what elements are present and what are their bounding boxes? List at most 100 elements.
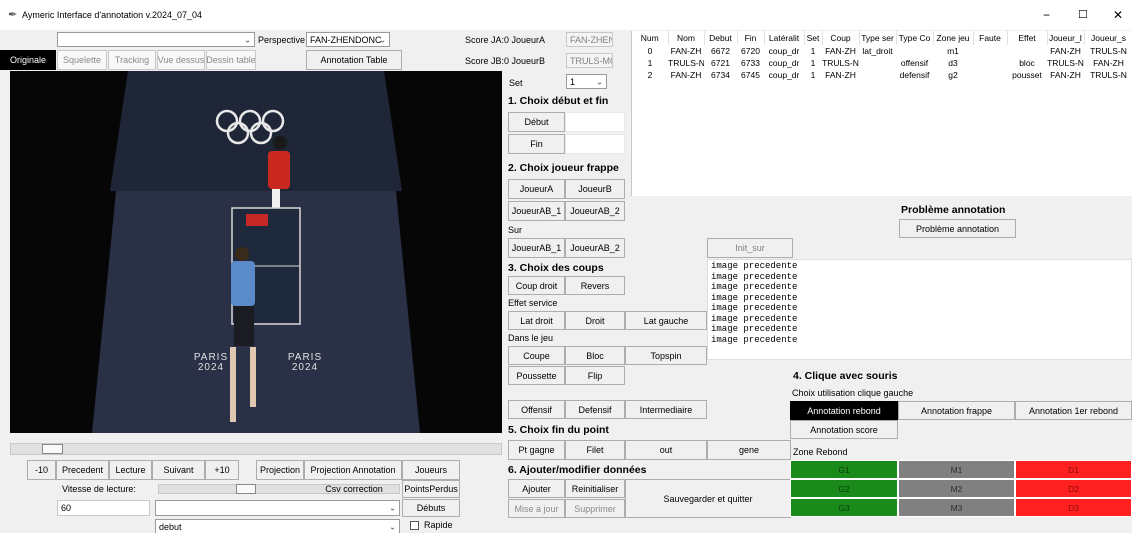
zone-g3[interactable]: G3 <box>790 498 898 517</box>
player-b-name-field[interactable]: TRULS-MOI <box>566 53 613 68</box>
annotation-table-button[interactable]: Annotation Table <box>306 50 402 70</box>
zone-d1[interactable]: D1 <box>1015 460 1132 479</box>
table-row[interactable]: 0 FAN-ZH 6672 6720 coup_dr 1 FAN-ZH lat_droit m1… <box>632 45 1132 57</box>
annotation-rebond-button[interactable]: Annotation rebond <box>790 401 898 420</box>
column-header[interactable]: Set <box>804 31 823 45</box>
zone-g1[interactable]: G1 <box>790 460 898 479</box>
data-select[interactable]: ⌄ <box>155 500 400 516</box>
mise-a-jour-button[interactable]: Mise a jour <box>508 499 565 518</box>
table-cell: FAN-ZH <box>670 70 702 80</box>
zone-m2[interactable]: M2 <box>898 479 1015 498</box>
coup-droit-button[interactable]: Coup droit <box>508 276 565 295</box>
player-a-name-field[interactable]: FAN-ZHENI <box>566 32 613 47</box>
maximize-icon[interactable]: ☐ <box>1078 8 1088 21</box>
joueurs-button[interactable]: Joueurs <box>402 460 460 480</box>
lat-droit-button[interactable]: Lat droit <box>508 311 565 330</box>
column-header[interactable]: Debut <box>704 31 738 45</box>
supprimer-button[interactable]: Supprimer <box>565 499 625 518</box>
fin-value-field[interactable] <box>565 134 625 154</box>
poussette-button[interactable]: Poussette <box>508 366 565 385</box>
reinitialiser-button[interactable]: Reinitialiser <box>565 479 625 498</box>
debut-value-field[interactable] <box>565 112 625 132</box>
tab-dessin-table[interactable]: Dessin table <box>206 50 256 70</box>
ajouter-button[interactable]: Ajouter <box>508 479 565 498</box>
defensif-button[interactable]: Defensif <box>565 400 625 419</box>
column-header[interactable]: Nom <box>668 31 705 45</box>
mode-select[interactable]: debut ⌄ <box>155 519 400 533</box>
suivant-button[interactable]: Suivant <box>152 460 205 480</box>
filet-button[interactable]: Filet <box>565 440 625 460</box>
debuts-button[interactable]: Débuts <box>402 499 460 517</box>
minimize-icon[interactable]: − <box>1043 8 1050 22</box>
joueur-b-button[interactable]: JoueurB <box>565 179 625 199</box>
sur-joueur-ab1-button[interactable]: JoueurAB_1 <box>508 238 565 258</box>
probleme-annotation-button[interactable]: Problème annotation <box>899 219 1016 238</box>
column-header[interactable]: Type Co <box>896 31 934 45</box>
init-sur-button[interactable]: Init_sur <box>707 238 793 258</box>
close-icon[interactable]: ✕ <box>1113 8 1123 22</box>
annotation-table[interactable]: Num Nom Debut Fin Latéralit Set Coup Typ… <box>631 31 1132 196</box>
zone-d3[interactable]: D3 <box>1015 498 1132 517</box>
out-button[interactable]: out <box>625 440 707 460</box>
set-select[interactable]: 1 ⌄ <box>566 74 607 89</box>
back-10-button[interactable]: -10 <box>27 460 56 480</box>
column-header[interactable]: Faute <box>973 31 1008 45</box>
log-text-area[interactable]: image precedente image precedente image … <box>707 259 1132 360</box>
table-row[interactable]: 2 FAN-ZH 6734 6745 coup_dr 1 FAN-ZH defensif g2 p… <box>632 69 1132 81</box>
column-header[interactable]: Type ser <box>859 31 897 45</box>
sauvegarder-quitter-button[interactable]: Sauvegarder et quitter <box>625 479 791 518</box>
csv-correction-button[interactable]: Csv correction <box>306 480 402 498</box>
column-header[interactable]: Effet <box>1007 31 1048 45</box>
video-select[interactable]: ⌄ <box>57 32 255 47</box>
flip-button[interactable]: Flip <box>565 366 625 385</box>
joueur-ab1-button[interactable]: JoueurAB_1 <box>508 201 565 221</box>
intermediaire-button[interactable]: Intermediaire <box>625 400 707 419</box>
speed-handle[interactable] <box>236 484 256 494</box>
joueur-a-button[interactable]: JoueurA <box>508 179 565 199</box>
column-header[interactable]: Num <box>632 31 669 45</box>
column-header[interactable]: Coup <box>822 31 860 45</box>
zone-m1[interactable]: M1 <box>898 460 1015 479</box>
column-header[interactable]: Joueur_I <box>1047 31 1085 45</box>
video-frame[interactable]: PARIS 2024 PARIS 2024 <box>10 71 502 433</box>
pt-gagne-button[interactable]: Pt gagne <box>508 440 565 460</box>
projection-annotation-button[interactable]: Projection Annotation <box>304 460 402 480</box>
droit-button[interactable]: Droit <box>565 311 625 330</box>
zone-m3[interactable]: M3 <box>898 498 1015 517</box>
annotation-1er-rebond-button[interactable]: Annotation 1er rebond <box>1015 401 1132 420</box>
revers-button[interactable]: Revers <box>565 276 625 295</box>
column-header[interactable]: Latéralit <box>764 31 805 45</box>
forward-10-button[interactable]: +10 <box>205 460 239 480</box>
tab-tracking[interactable]: Tracking <box>108 50 156 70</box>
tab-vue-dessus[interactable]: Vue dessus <box>157 50 205 70</box>
column-header[interactable]: Zone jeu <box>933 31 974 45</box>
zone-g2[interactable]: G2 <box>790 479 898 498</box>
annotation-score-button[interactable]: Annotation score <box>790 420 898 439</box>
perspective-select[interactable]: FAN-ZHENDONC ⌄ <box>306 32 390 47</box>
joueur-ab2-button[interactable]: JoueurAB_2 <box>565 201 625 221</box>
timeline-handle[interactable] <box>42 444 63 454</box>
projection-button[interactable]: Projection <box>256 460 304 480</box>
speed-input[interactable]: 60 <box>57 500 150 516</box>
bloc-button[interactable]: Bloc <box>565 346 625 365</box>
precedent-button[interactable]: Precedent <box>56 460 109 480</box>
zone-d2[interactable]: D2 <box>1015 479 1132 498</box>
lat-gauche-button[interactable]: Lat gauche <box>625 311 707 330</box>
offensif-button[interactable]: Offensif <box>508 400 565 419</box>
lecture-button[interactable]: Lecture <box>109 460 152 480</box>
points-perdus-button[interactable]: PointsPerdus <box>402 480 460 498</box>
rapide-checkbox[interactable] <box>410 521 419 530</box>
tab-originale[interactable]: Originale <box>0 50 56 70</box>
debut-button[interactable]: Début <box>508 112 565 132</box>
gene-button[interactable]: gene <box>707 440 791 460</box>
topspin-button[interactable]: Topspin <box>625 346 707 365</box>
coupe-button[interactable]: Coupe <box>508 346 565 365</box>
fin-button[interactable]: Fin <box>508 134 565 154</box>
sur-joueur-ab2-button[interactable]: JoueurAB_2 <box>565 238 625 258</box>
video-timeline-slider[interactable] <box>10 443 502 455</box>
annotation-frappe-button[interactable]: Annotation frappe <box>898 401 1015 420</box>
table-row[interactable]: 1 TRULS-N 6721 6733 coup_dr 1 TRULS-N offensif d… <box>632 57 1132 69</box>
tab-squelette[interactable]: Squelette <box>57 50 107 70</box>
column-header[interactable]: Fin <box>737 31 765 45</box>
column-header[interactable]: Joueur_s <box>1084 31 1132 45</box>
